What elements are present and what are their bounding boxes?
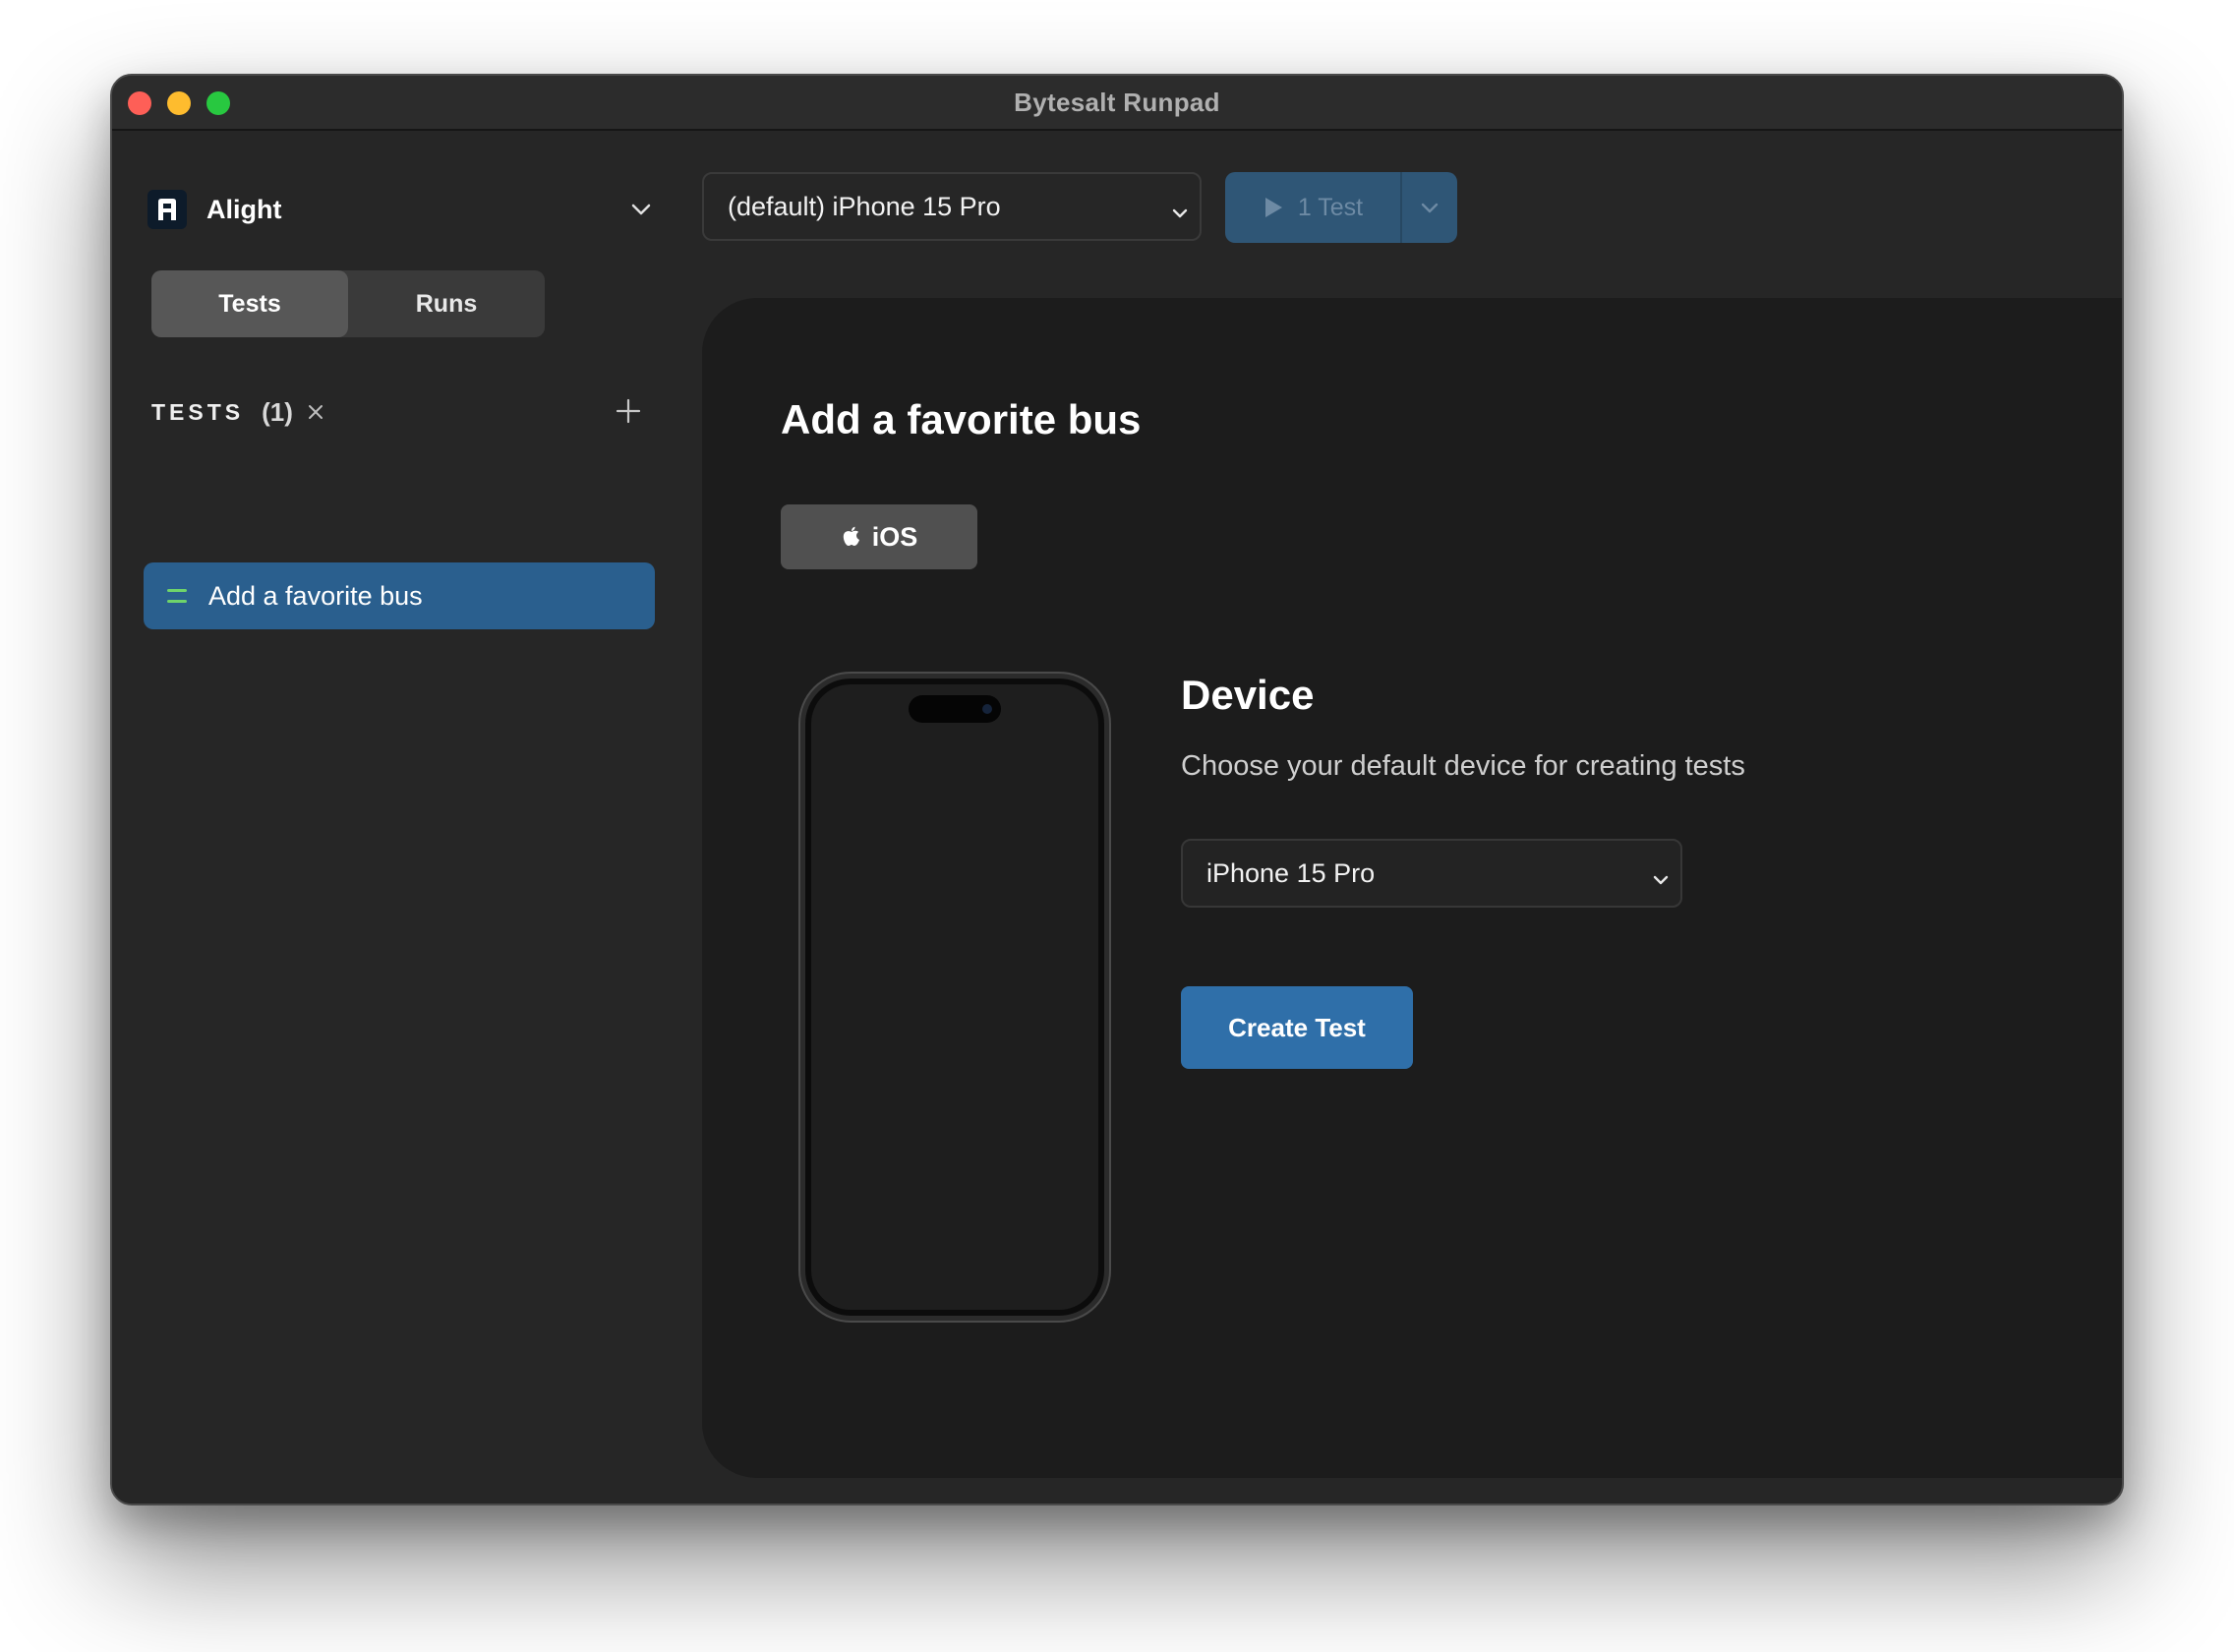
chevron-down-icon[interactable] — [629, 198, 653, 226]
maximize-window-button[interactable] — [206, 91, 230, 115]
chevron-down-icon — [1421, 203, 1439, 213]
window-title: Bytesalt Runpad — [1014, 87, 1220, 117]
tab-runs[interactable]: Runs — [348, 270, 545, 337]
device-select[interactable]: (default) iPhone 15 Pro — [702, 172, 1202, 241]
workspace-selector[interactable]: Alight — [147, 182, 659, 237]
create-test-button[interactable]: Create Test — [1181, 986, 1413, 1069]
platform-label: iOS — [871, 521, 918, 552]
window-controls — [128, 91, 230, 115]
device-preview-image — [794, 672, 1116, 1323]
apple-icon — [843, 526, 859, 546]
workspace-logo-icon — [147, 190, 187, 229]
run-tests-button[interactable]: 1 Test — [1225, 172, 1400, 243]
app-window: Bytesalt Runpad Alight Tests Runs TESTS … — [110, 74, 2124, 1505]
clear-filter-icon[interactable] — [307, 403, 324, 421]
add-test-button[interactable] — [614, 396, 643, 431]
drag-handle-icon[interactable] — [167, 589, 187, 603]
title-bar: Bytesalt Runpad — [112, 76, 2122, 131]
tests-section-header: TESTS (1) — [151, 390, 643, 434]
test-item-label: Add a favorite bus — [208, 580, 423, 611]
main-content-panel: Add a favorite bus iOS Device Choose you… — [702, 298, 2122, 1478]
workspace-name: Alight — [206, 194, 282, 224]
sidebar-tabs: Tests Runs — [151, 270, 545, 337]
tab-tests[interactable]: Tests — [151, 270, 348, 337]
default-device-select[interactable]: iPhone 15 Pro — [1181, 839, 1682, 908]
page-title: Add a favorite bus — [781, 396, 1142, 442]
run-button-label: 1 Test — [1297, 193, 1364, 221]
tests-count: (1) — [262, 396, 293, 427]
device-heading: Device — [1181, 672, 1315, 718]
test-list-item[interactable]: Add a favorite bus — [144, 562, 655, 629]
device-select-value: (default) iPhone 15 Pro — [728, 191, 1001, 221]
close-window-button[interactable] — [128, 91, 151, 115]
sidebar: Alight Tests Runs TESTS (1) Add a favori… — [112, 133, 702, 1504]
minimize-window-button[interactable] — [167, 91, 191, 115]
run-options-button[interactable] — [1402, 172, 1457, 243]
platform-chip-ios[interactable]: iOS — [781, 504, 977, 569]
chevron-down-icon — [1170, 200, 1190, 230]
default-device-value: iPhone 15 Pro — [1206, 857, 1376, 888]
tests-section-title: TESTS — [151, 398, 245, 425]
chevron-down-icon — [1651, 866, 1671, 897]
run-button-group: 1 Test — [1225, 172, 1457, 243]
play-icon — [1264, 198, 1282, 217]
device-description: Choose your default device for creating … — [1181, 750, 1745, 782]
